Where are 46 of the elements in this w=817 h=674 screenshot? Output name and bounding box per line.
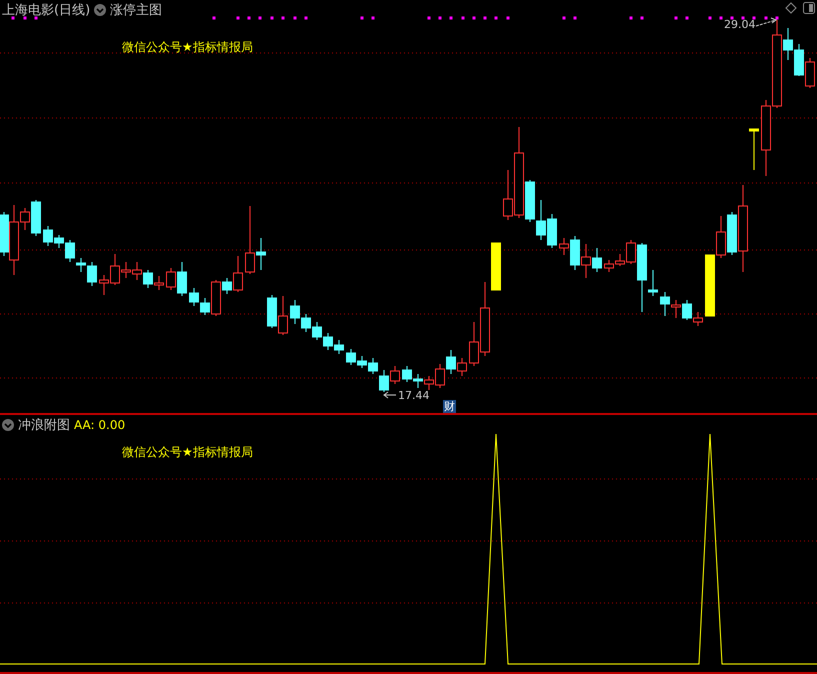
high-price-label: 29.04	[724, 18, 756, 31]
candlestick	[189, 288, 199, 306]
arrow-icon	[756, 18, 778, 26]
indicator-reading: AA: 0.00	[74, 418, 126, 432]
candlestick	[457, 358, 467, 376]
candlestick	[154, 276, 164, 290]
candlestick	[693, 312, 703, 326]
candlestick	[536, 200, 546, 240]
indicator-name: 涨停主图	[110, 2, 162, 19]
chevron-down-icon[interactable]	[2, 419, 14, 431]
candlestick	[143, 270, 153, 288]
candlestick	[547, 214, 557, 248]
chart-caption: 微信公众号★指标情报局	[122, 39, 253, 56]
arrow-icon	[383, 392, 396, 398]
candlestick	[334, 340, 344, 354]
candlestick	[379, 370, 389, 392]
candlestick	[368, 358, 378, 374]
candlestick	[390, 366, 400, 384]
indicator-name: 冲浪附图	[18, 417, 70, 434]
candlestick	[301, 314, 311, 332]
candlestick	[660, 292, 670, 316]
candlestick	[290, 300, 300, 324]
stock-title: 上海电影(日线)	[2, 2, 90, 19]
candlestick	[581, 244, 591, 278]
candlestick	[604, 260, 614, 272]
chevron-down-icon[interactable]	[94, 4, 106, 16]
candlestick	[794, 44, 804, 76]
candlestick	[446, 350, 456, 374]
candlestick	[278, 296, 288, 336]
candlestick	[323, 332, 333, 350]
candlestick	[749, 128, 759, 170]
candlestick	[402, 366, 412, 382]
candlestick	[682, 300, 692, 320]
candlestick	[671, 300, 681, 318]
candlestick	[267, 294, 277, 328]
candlestick	[312, 322, 322, 340]
low-price-label: 17.44	[398, 389, 430, 402]
diamond-icon[interactable]	[785, 2, 797, 14]
candlestick	[413, 374, 423, 388]
chart-caption: 微信公众号★指标情报局	[122, 444, 253, 461]
candlestick	[357, 356, 367, 368]
candlestick	[346, 348, 356, 366]
candlestick	[592, 248, 602, 272]
panel-toggle-icon[interactable]	[803, 2, 815, 14]
finance-badge[interactable]: 财	[443, 400, 456, 413]
candlestick	[132, 262, 142, 280]
